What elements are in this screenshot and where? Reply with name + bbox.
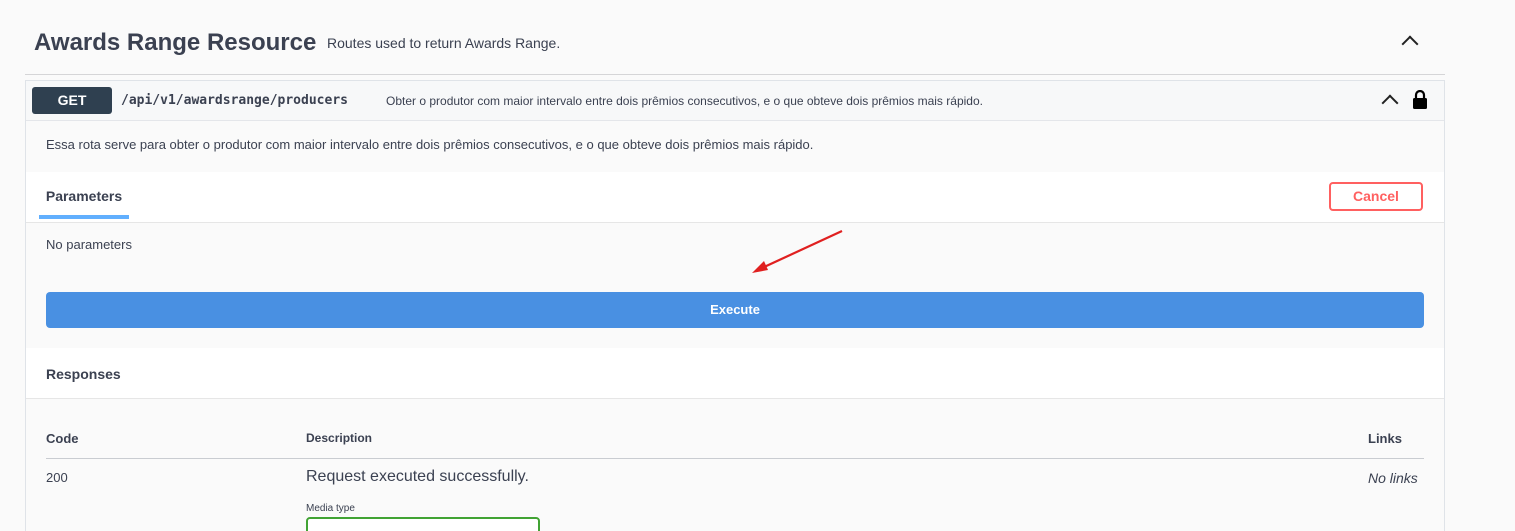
chevron-up-icon[interactable] xyxy=(1401,35,1419,53)
tag-description: Routes used to return Awards Range. xyxy=(327,35,561,51)
response-links: No links xyxy=(1368,470,1418,486)
media-type-select[interactable] xyxy=(306,517,540,531)
tag-header[interactable]: Awards Range Resource Routes used to ret… xyxy=(25,20,1445,75)
response-description: Request executed successfully. xyxy=(306,468,529,485)
operation-block: GET /api/v1/awardsrange/producers Obter … xyxy=(25,80,1445,531)
annotation-arrow-icon xyxy=(752,230,843,273)
execute-button[interactable]: Execute xyxy=(46,292,1424,328)
response-code: 200 xyxy=(46,470,68,485)
parameters-header: Parameters Cancel xyxy=(26,172,1444,223)
lock-icon[interactable] xyxy=(1412,90,1428,110)
tag-title: Awards Range Resource xyxy=(34,29,317,56)
no-parameters-text: No parameters xyxy=(46,237,132,252)
method-badge: GET xyxy=(32,87,112,114)
cancel-button[interactable]: Cancel xyxy=(1329,182,1423,211)
column-header-code: Code xyxy=(46,431,79,446)
table-divider xyxy=(46,458,1424,459)
operation-summary-text: Obter o produtor com maior intervalo ent… xyxy=(386,94,983,108)
column-header-links: Links xyxy=(1368,431,1402,446)
operation-description: Essa rota serve para obter o produtor co… xyxy=(46,137,814,152)
operation-path: /api/v1/awardsrange/producers xyxy=(121,93,348,108)
operation-summary[interactable]: GET /api/v1/awardsrange/producers Obter … xyxy=(26,81,1444,121)
chevron-up-icon[interactable] xyxy=(1381,94,1399,112)
tab-parameters[interactable]: Parameters xyxy=(39,172,129,219)
responses-title: Responses xyxy=(46,366,121,382)
column-header-description: Description xyxy=(306,431,373,445)
media-type-label: Media type xyxy=(306,503,355,514)
responses-header: Responses xyxy=(26,348,1444,399)
